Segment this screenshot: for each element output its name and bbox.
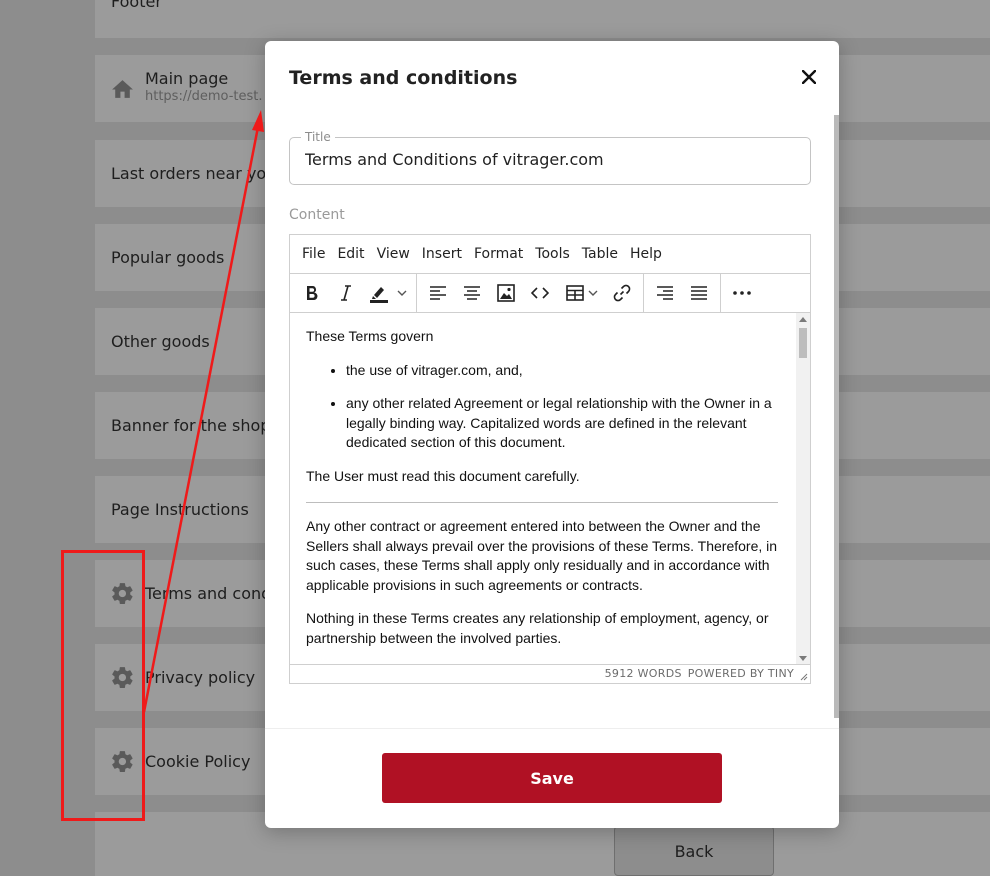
content-list: the use of vitrager.com, and, any other …	[306, 361, 778, 453]
content-paragraph: Any other contract or agreement entered …	[306, 518, 778, 593]
align-left-button[interactable]	[426, 281, 450, 305]
align-center-button[interactable]	[460, 281, 484, 305]
list-item: the use of vitrager.com, and,	[346, 361, 778, 381]
editor-menubar: File Edit View Insert Format Tools Table…	[290, 235, 810, 274]
list-item: any other related Agreement or legal rel…	[346, 394, 778, 453]
rich-text-editor: File Edit View Insert Format Tools Table…	[289, 234, 811, 684]
home-icon	[112, 80, 133, 98]
card-label: Cookie Policy	[145, 752, 251, 771]
table-icon	[566, 285, 584, 301]
italic-icon	[341, 285, 351, 301]
editor-content[interactable]: These Terms govern the use of vitrager.c…	[290, 313, 810, 665]
modal-scroll-thumb[interactable]	[834, 115, 839, 718]
menu-view[interactable]: View	[371, 246, 416, 262]
modal-footer-divider	[265, 728, 839, 729]
title-input[interactable]	[305, 150, 795, 169]
menu-table[interactable]: Table	[576, 246, 624, 262]
card-url: https://demo-test.	[145, 89, 263, 104]
content-divider	[306, 502, 778, 503]
more-horizontal-icon	[733, 291, 751, 295]
editor-scrollbar[interactable]	[796, 313, 810, 665]
modal-scrollbar[interactable]	[834, 115, 839, 718]
menu-format[interactable]: Format	[468, 246, 529, 262]
content-paragraph: The User must read this document careful…	[306, 467, 580, 484]
save-button[interactable]: Save	[382, 753, 722, 803]
menu-file[interactable]: File	[296, 246, 331, 262]
insert-image-button[interactable]	[494, 281, 518, 305]
title-field: Title	[289, 130, 811, 185]
editor-toolbar	[290, 274, 810, 313]
align-left-icon	[430, 286, 446, 300]
image-icon	[497, 284, 515, 302]
card-label: Other goods	[111, 332, 210, 351]
close-icon	[802, 70, 816, 84]
content-paragraph: These Terms govern	[306, 328, 434, 344]
table-button[interactable]	[562, 281, 602, 305]
link-button[interactable]	[610, 281, 634, 305]
annotation-highlight-box	[61, 550, 145, 821]
terms-modal: Terms and conditions Title Content File …	[265, 41, 839, 828]
bg-card-footer: Footer	[95, 0, 990, 38]
card-label: Privacy policy	[145, 668, 256, 687]
resize-handle-icon[interactable]	[800, 673, 808, 681]
scroll-down-icon[interactable]	[799, 656, 807, 661]
align-center-icon	[464, 286, 480, 300]
card-label: Main page	[145, 69, 229, 88]
card-label: Page Instructions	[111, 500, 249, 519]
modal-title: Terms and conditions	[289, 67, 518, 89]
highlight-icon	[370, 287, 388, 303]
back-button[interactable]: Back	[614, 826, 774, 876]
toolbar-divider	[416, 274, 417, 312]
align-right-button[interactable]	[653, 281, 677, 305]
link-icon	[613, 284, 631, 302]
powered-by-link[interactable]: POWERED BY TINY	[688, 667, 794, 680]
card-label: Terms and condi	[145, 584, 276, 603]
menu-edit[interactable]: Edit	[331, 246, 370, 262]
card-label: Banner for the shopp	[111, 416, 281, 435]
scroll-up-icon[interactable]	[799, 317, 807, 322]
close-button[interactable]	[799, 67, 819, 87]
title-field-label: Title	[301, 130, 335, 144]
content-paragraph: Nothing in these Terms creates any relat…	[306, 610, 769, 646]
more-button[interactable]	[730, 281, 754, 305]
justify-button[interactable]	[687, 281, 711, 305]
align-justify-icon	[691, 286, 707, 300]
toolbar-divider	[643, 274, 644, 312]
chevron-down-icon	[397, 290, 407, 296]
editor-statusbar: 5912 WORDS POWERED BY TINY	[290, 664, 810, 683]
word-count[interactable]: 5912 WORDS	[605, 667, 682, 680]
card-label: Last orders near you	[111, 164, 277, 183]
card-label: Footer	[111, 0, 162, 11]
toolbar-divider	[720, 274, 721, 312]
italic-button[interactable]	[334, 281, 358, 305]
code-icon	[531, 287, 549, 299]
bold-button[interactable]	[300, 281, 324, 305]
menu-insert[interactable]: Insert	[416, 246, 468, 262]
highlight-button[interactable]	[366, 281, 410, 305]
content-label: Content	[289, 207, 345, 223]
chevron-down-icon	[588, 290, 598, 296]
menu-tools[interactable]: Tools	[529, 246, 576, 262]
align-right-icon	[657, 286, 673, 300]
bold-icon	[307, 286, 318, 301]
menu-help[interactable]: Help	[624, 246, 668, 262]
card-label: Popular goods	[111, 248, 225, 267]
editor-scroll-thumb[interactable]	[799, 328, 807, 358]
code-button[interactable]	[528, 281, 552, 305]
